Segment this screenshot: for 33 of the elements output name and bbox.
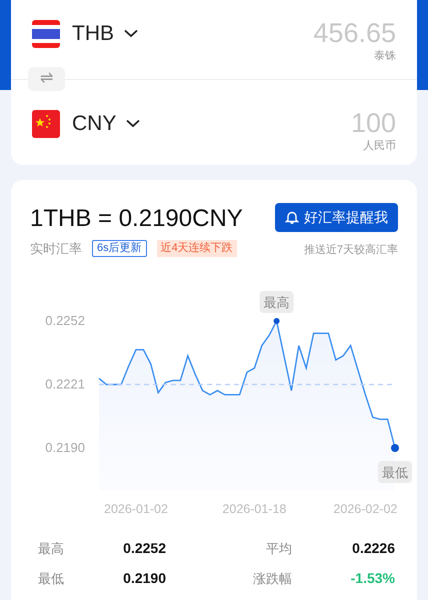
currency-selector[interactable]: THB: [72, 18, 138, 50]
y-axis-label: 0.2221: [45, 376, 85, 392]
stat-label: 涨跌幅: [253, 570, 292, 588]
stat-value: 0.2226: [352, 539, 395, 558]
x-axis-label: 2026-02-02: [333, 502, 398, 516]
chevron-down-icon: [126, 119, 140, 128]
low-label: 最低: [378, 461, 412, 483]
stat-value: 0.2190: [123, 569, 166, 588]
flag-icon: [32, 110, 60, 138]
y-axis-label: 0.2252: [45, 313, 85, 328]
stat-value: -1.53%: [350, 569, 395, 588]
chevron-down-icon: [124, 29, 138, 38]
currency-name: 人民币: [363, 139, 396, 153]
high-point-marker: [274, 318, 280, 324]
stat-label: 最高: [38, 540, 64, 558]
stat-label: 最低: [38, 570, 64, 588]
alert-button[interactable]: 好汇率提醒我: [275, 203, 398, 232]
x-axis-label: 2026-01-18: [222, 502, 286, 516]
x-axis-label: 2026-01-02: [104, 502, 168, 516]
stat-value: 0.2252: [123, 539, 166, 558]
stat-label: 平均: [266, 540, 292, 558]
flag-icon: [32, 20, 60, 48]
low-point-marker: [391, 444, 399, 452]
trend-badge: 近4天连续下跌: [156, 240, 237, 258]
high-label: 最高: [260, 291, 294, 313]
currency-name: 泰铢: [374, 49, 396, 63]
currency-selector[interactable]: CNY: [72, 108, 140, 140]
exchange-rate: 1THB = 0.2190CNY: [30, 204, 243, 234]
alert-hint: 推送近7天较高汇率: [304, 242, 398, 258]
update-badge: 6s后更新: [92, 240, 147, 258]
y-axis-label: 0.2190: [45, 440, 85, 455]
bell-icon: [285, 210, 299, 225]
rate-label: 实时汇率: [30, 240, 82, 258]
